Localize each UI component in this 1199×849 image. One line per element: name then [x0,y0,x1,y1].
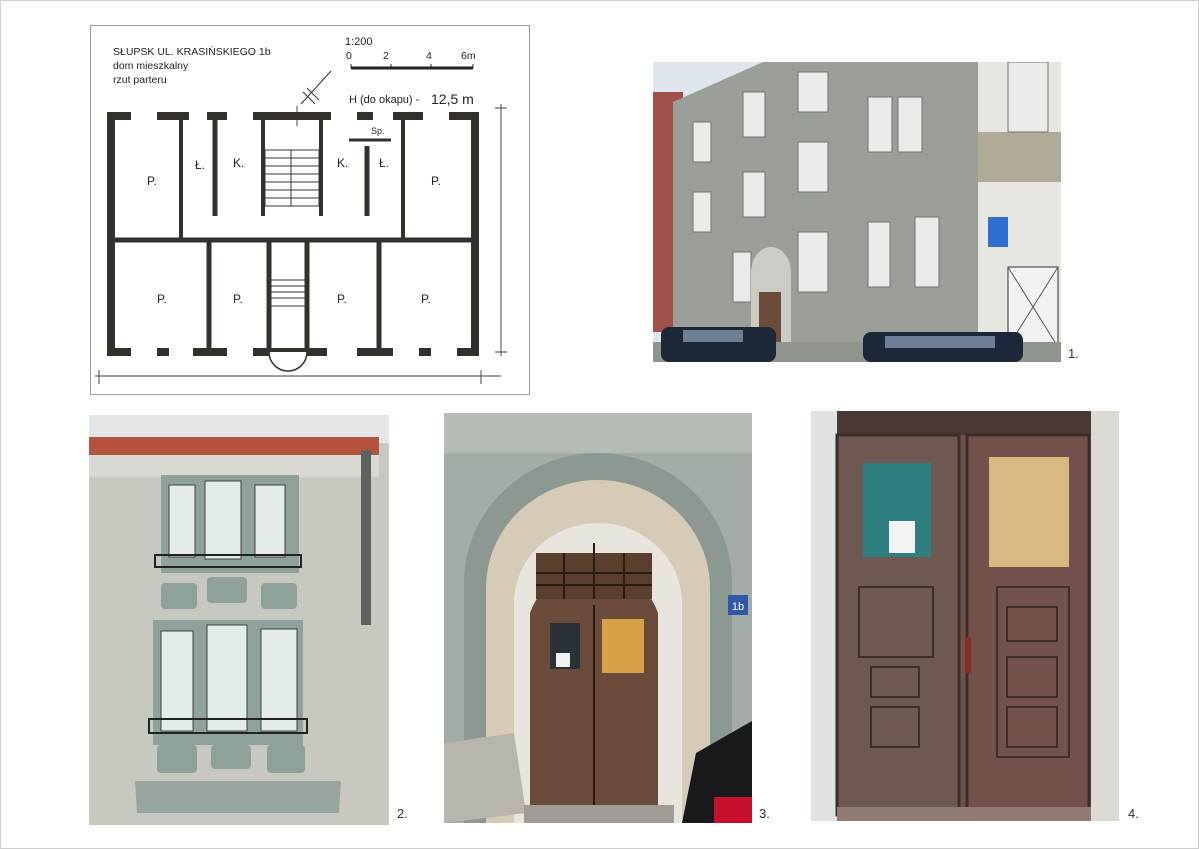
room-label: P. [147,174,157,188]
room-label: Ł. [379,156,390,170]
room-label: P. [431,174,441,188]
room-label-sp: Sp. [371,126,385,136]
photo-arched-entrance: 1b [444,413,752,823]
scale-bar [350,64,474,70]
floor-plan: SŁUPSK UL. KRASIŃSKIEGO 1b dom mieszkaln… [90,25,530,395]
staircase [264,149,320,307]
room-label: K. [337,156,349,170]
room-label: Ł. [195,158,206,172]
photo-number: 4. [1128,806,1139,821]
entrance-bay [268,351,308,372]
photo-number: 3. [759,806,770,821]
photo-number: 1. [1068,346,1079,361]
photo-wooden-door [811,411,1119,821]
photo-facade [653,62,1061,362]
room-label: K. [233,156,245,170]
photo-number: 2. [397,806,408,821]
photo-bay-windows [89,415,389,825]
room-label: P. [337,292,347,306]
north-arrow-icon [300,70,332,105]
house-number-text: 1b [732,601,744,613]
room-label: P. [157,292,167,306]
room-label: P. [233,292,243,306]
dimension-lines [95,104,507,384]
plan-drawing [95,64,507,384]
walls [107,112,479,356]
room-label: P. [421,292,431,306]
